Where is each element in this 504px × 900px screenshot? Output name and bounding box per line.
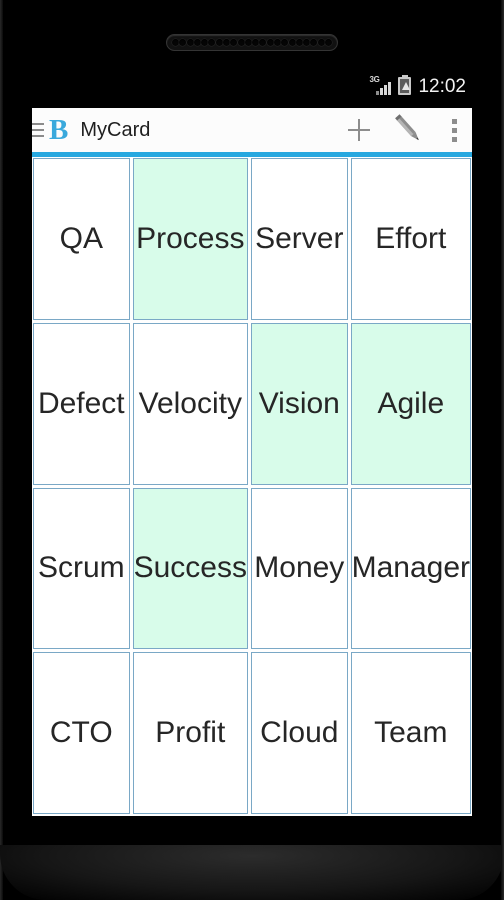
grille-hole — [266, 39, 274, 46]
grille-hole — [179, 39, 187, 46]
card-label: Success — [133, 551, 247, 585]
card-cell[interactable]: Vision — [250, 322, 348, 485]
card-cell[interactable]: Server — [250, 158, 348, 320]
card-label: Agile — [377, 386, 445, 420]
status-bar-clock: 12:02 — [418, 76, 466, 97]
card-cell[interactable]: Effort — [350, 158, 471, 320]
grille-hole — [172, 39, 179, 46]
card-label: Effort — [375, 221, 447, 255]
grille-hole — [281, 39, 289, 46]
card-cell[interactable]: Agile — [350, 322, 471, 485]
grille-hole — [317, 39, 325, 46]
three-dot-overflow-icon[interactable] — [440, 111, 468, 149]
phone-device-frame: 3G 12:02 B MyCard QA Process Server Effo… — [0, 0, 504, 900]
app-logo-icon: B — [49, 113, 69, 146]
card-label: Process — [136, 221, 245, 255]
card-label: Manager — [351, 551, 470, 585]
card-cell[interactable]: Scrum — [33, 487, 130, 650]
phone-bottom-bezel — [0, 845, 504, 900]
hamburger-menu-icon[interactable] — [32, 120, 44, 140]
grille-hole — [259, 39, 267, 46]
grille-hole — [230, 39, 238, 46]
signal-bars — [376, 82, 392, 95]
signal-bars-icon: 3G — [369, 76, 392, 96]
grille-hole — [186, 39, 194, 46]
grille-hole — [273, 39, 281, 46]
grille-hole — [215, 39, 223, 46]
grille-hole — [295, 39, 303, 46]
grille-hole — [193, 39, 201, 46]
card-cell[interactable]: Profit — [132, 652, 248, 814]
app-action-bar: B MyCard — [32, 108, 472, 152]
card-label: Defect — [37, 386, 125, 420]
card-cell[interactable]: Team — [350, 652, 471, 814]
card-label: Profit — [155, 716, 226, 750]
card-label: Team — [374, 716, 448, 750]
status-bar-right-cluster: 3G 12:02 — [369, 76, 466, 97]
grille-hole — [288, 39, 296, 46]
card-label: CTO — [49, 716, 113, 750]
card-cell[interactable]: QA — [33, 158, 130, 320]
card-label: Vision — [258, 386, 340, 420]
card-cell[interactable]: Cloud — [250, 652, 348, 814]
card-cell[interactable]: Defect — [33, 322, 130, 485]
status-bar: 3G 12:02 — [32, 64, 472, 108]
app-title: MyCard — [80, 118, 151, 141]
plus-icon — [340, 111, 378, 149]
grille-hole — [324, 39, 332, 46]
card-cell[interactable]: Money — [250, 487, 348, 650]
grille-hole — [303, 39, 311, 46]
card-cell[interactable]: Process — [132, 158, 248, 320]
grille-hole — [237, 39, 245, 46]
grille-hole — [244, 39, 252, 46]
pencil-icon — [395, 114, 419, 141]
card-cell[interactable]: Success — [132, 487, 248, 650]
earpiece-speaker-grille — [166, 34, 338, 51]
grille-hole — [252, 39, 260, 46]
grille-hole — [310, 39, 318, 46]
card-cell[interactable]: Manager — [350, 487, 471, 650]
card-grid: QA Process Server Effort Defect Velocity Visio… — [32, 157, 472, 816]
card-label: Cloud — [260, 716, 339, 750]
card-cell[interactable]: CTO — [33, 652, 130, 814]
battery-charging-icon — [398, 77, 412, 95]
phone-screen: 3G 12:02 B MyCard QA Process Server Effo… — [32, 64, 472, 816]
grille-hole — [222, 39, 230, 46]
card-label: Money — [254, 551, 345, 585]
card-label: Server — [255, 221, 344, 255]
card-label: Velocity — [138, 386, 242, 420]
grille-hole — [201, 39, 209, 46]
card-cell[interactable]: Velocity — [132, 322, 248, 485]
add-card-button[interactable] — [340, 111, 378, 149]
card-label: QA — [59, 221, 103, 255]
card-label: Scrum — [37, 551, 125, 585]
edit-button[interactable] — [378, 111, 430, 149]
grille-hole — [208, 39, 216, 46]
